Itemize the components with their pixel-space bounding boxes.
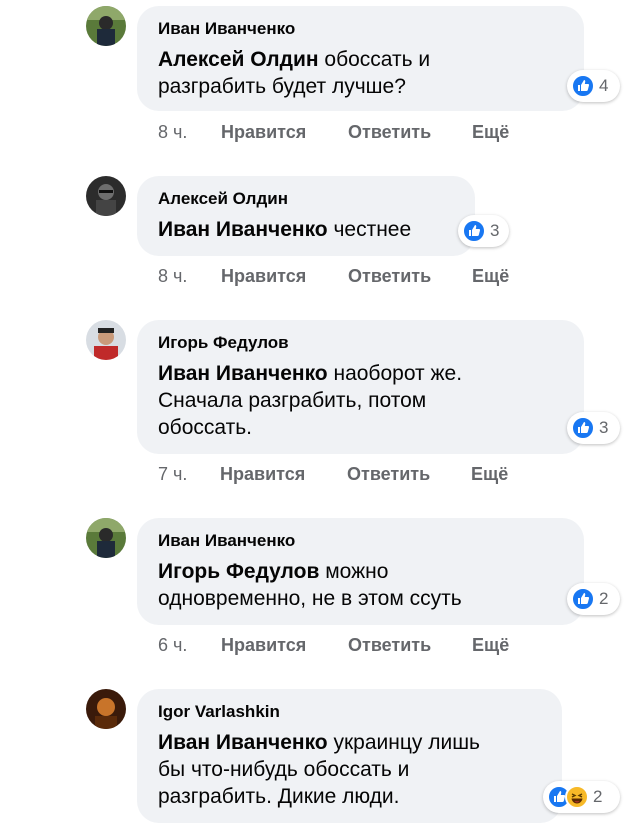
reaction-count: 3 (490, 221, 500, 240)
avatar-image (86, 518, 126, 558)
more-link[interactable]: Ещё (472, 121, 509, 143)
like-link[interactable]: Нравится (221, 121, 306, 143)
reaction-summary[interactable]: 3 (567, 412, 620, 444)
reaction-count: 2 (593, 787, 603, 806)
comment-mention[interactable]: Иван Иванченко (158, 731, 328, 754)
comment-text-line: бы что-нибудь обоссать и (158, 758, 410, 781)
avatar-image (86, 320, 126, 360)
comment-text: Иван Иванченко честнее (158, 218, 412, 241)
comment-mention[interactable]: Иван Иванченко (158, 218, 328, 241)
thumbs-up-icon (571, 74, 595, 98)
avatar[interactable] (86, 518, 126, 558)
avatar-image (86, 689, 126, 729)
comment-text: Алексей Олдин обоссать и (158, 48, 431, 71)
reaction-count: 2 (599, 589, 609, 608)
reaction-summary[interactable]: 4 (567, 70, 620, 102)
comment-time[interactable]: 8 ч. (158, 121, 187, 143)
comment-bubble: Igor Varlashkin Иван Иванченко украинцу … (137, 689, 562, 823)
reaction-count: 3 (599, 418, 609, 437)
reaction-summary[interactable]: 2 (543, 781, 620, 813)
comment-author[interactable]: Игорь Федулов (158, 332, 564, 354)
like-link[interactable]: Нравится (220, 463, 305, 485)
comment-text: Иван Иванченко украинцу лишь (158, 731, 480, 754)
more-link[interactable]: Ещё (472, 634, 509, 656)
comment-author[interactable]: Igor Varlashkin (158, 701, 542, 723)
thumbs-up-icon (571, 416, 595, 440)
like-link[interactable]: Нравится (221, 265, 306, 287)
more-link[interactable]: Ещё (472, 265, 509, 287)
reply-link[interactable]: Ответить (348, 121, 431, 143)
laughing-face-icon (565, 785, 589, 809)
reply-link[interactable]: Ответить (348, 634, 431, 656)
comment-text-line: Сначала разграбить, потом (158, 389, 427, 412)
reaction-summary[interactable]: 3 (458, 215, 509, 247)
comment-text-line: одновременно, не в этом ссуть (158, 587, 462, 610)
comment-text: Иван Иванченко наоборот же. (158, 362, 463, 385)
reaction-count: 4 (599, 76, 609, 95)
comment-bubble: Иван Иванченко Алексей Олдин обоссать и … (137, 6, 584, 111)
reply-link[interactable]: Ответить (347, 463, 430, 485)
comment-bubble: Игорь Федулов Иван Иванченко наоборот же… (137, 320, 584, 454)
comment-mention[interactable]: Алексей Олдин (158, 48, 319, 71)
more-link[interactable]: Ещё (471, 463, 508, 485)
reply-link[interactable]: Ответить (348, 265, 431, 287)
reaction-summary[interactable]: 2 (567, 583, 620, 615)
comment-author[interactable]: Иван Иванченко (158, 18, 564, 40)
avatar[interactable] (86, 6, 126, 46)
comment-time[interactable]: 7 ч. (158, 463, 187, 485)
comment-author[interactable]: Иван Иванченко (158, 530, 564, 552)
thumbs-up-icon (571, 587, 595, 611)
comment-text-line: разграбить. Дикие люди. (158, 785, 400, 808)
comment-time[interactable]: 6 ч. (158, 634, 187, 656)
thumbs-up-icon (462, 219, 486, 243)
comment-time[interactable]: 8 ч. (158, 265, 187, 287)
like-link[interactable]: Нравится (221, 634, 306, 656)
avatar[interactable] (86, 176, 126, 216)
avatar[interactable] (86, 320, 126, 360)
comment-mention[interactable]: Игорь Федулов (158, 560, 319, 583)
avatar-image (86, 6, 126, 46)
avatar-image (86, 176, 126, 216)
avatar[interactable] (86, 689, 126, 729)
comment-bubble: Алексей Олдин Иван Иванченко честнее (137, 176, 475, 256)
comment-text-line: обоссать. (158, 416, 252, 439)
comment-mention[interactable]: Иван Иванченко (158, 362, 328, 385)
comment-text-line: разграбить будет лучше? (158, 75, 406, 98)
comment-text: Игорь Федулов можно (158, 560, 389, 583)
comment-author[interactable]: Алексей Олдин (158, 188, 455, 210)
comment-bubble: Иван Иванченко Игорь Федулов можно однов… (137, 518, 584, 625)
